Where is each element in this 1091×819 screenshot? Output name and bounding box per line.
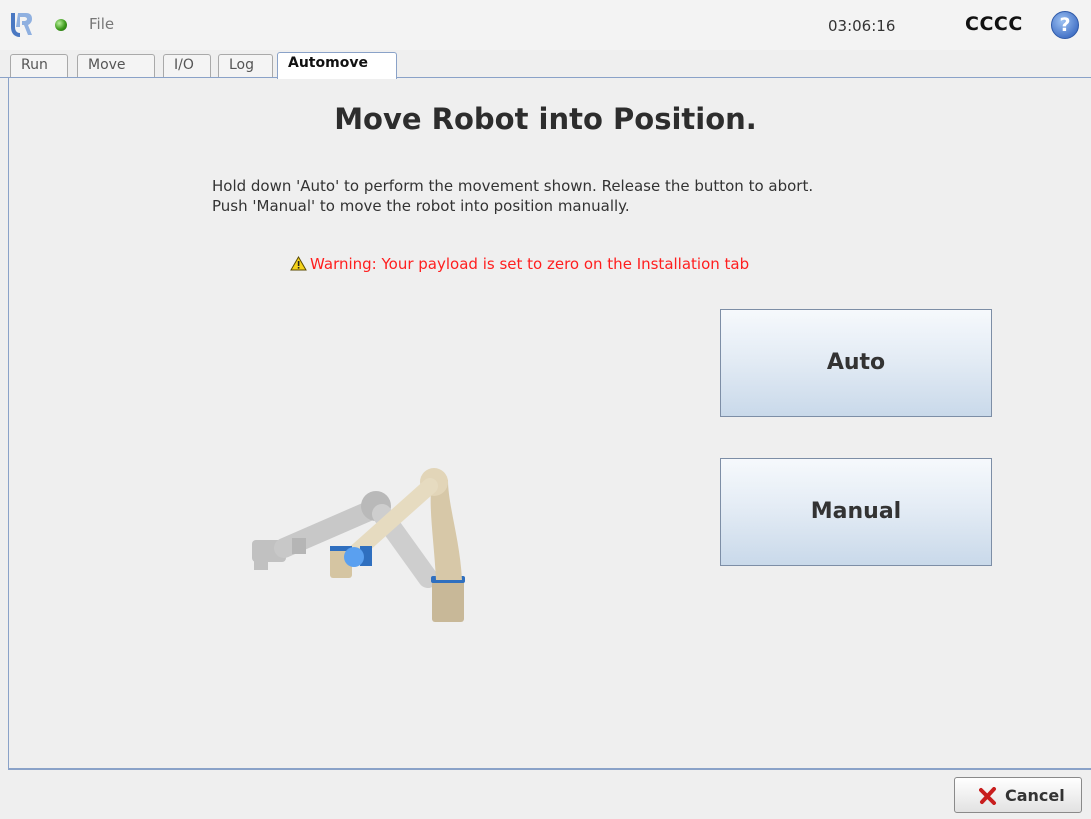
robot-name: CCCC: [965, 13, 1023, 35]
warning-text: Warning: Your payload is set to zero on …: [310, 255, 750, 273]
tab-io[interactable]: I/O: [163, 54, 211, 78]
clock: 03:06:16: [828, 17, 896, 35]
cancel-button[interactable]: Cancel: [954, 777, 1082, 813]
robot-arm-illustration: [252, 468, 465, 622]
payload-warning: Warning: Your payload is set to zero on …: [290, 255, 749, 273]
top-bar: File 03:06:16 CCCC ?: [0, 0, 1091, 50]
manual-button[interactable]: Manual: [720, 458, 992, 566]
tab-automove[interactable]: Automove: [277, 52, 397, 79]
instruction-line: Hold down 'Auto' to perform the movement…: [212, 177, 814, 195]
cancel-label: Cancel: [1005, 786, 1065, 805]
tab-run[interactable]: Run: [10, 54, 68, 78]
tab-bar: Run Move I/O Log Automove: [0, 50, 1091, 79]
ur-logo-icon: [11, 13, 32, 37]
status-led-icon: [55, 19, 67, 31]
auto-button[interactable]: Auto: [720, 309, 992, 417]
warning-triangle-icon: [290, 256, 307, 271]
cancel-x-icon: [979, 787, 996, 805]
tab-move[interactable]: Move: [77, 54, 155, 78]
page-title: Move Robot into Position.: [334, 102, 757, 136]
help-icon[interactable]: ?: [1051, 11, 1079, 39]
file-menu[interactable]: File: [89, 15, 114, 33]
instruction-line: Push 'Manual' to move the robot into pos…: [212, 197, 630, 215]
tab-log[interactable]: Log: [218, 54, 273, 78]
